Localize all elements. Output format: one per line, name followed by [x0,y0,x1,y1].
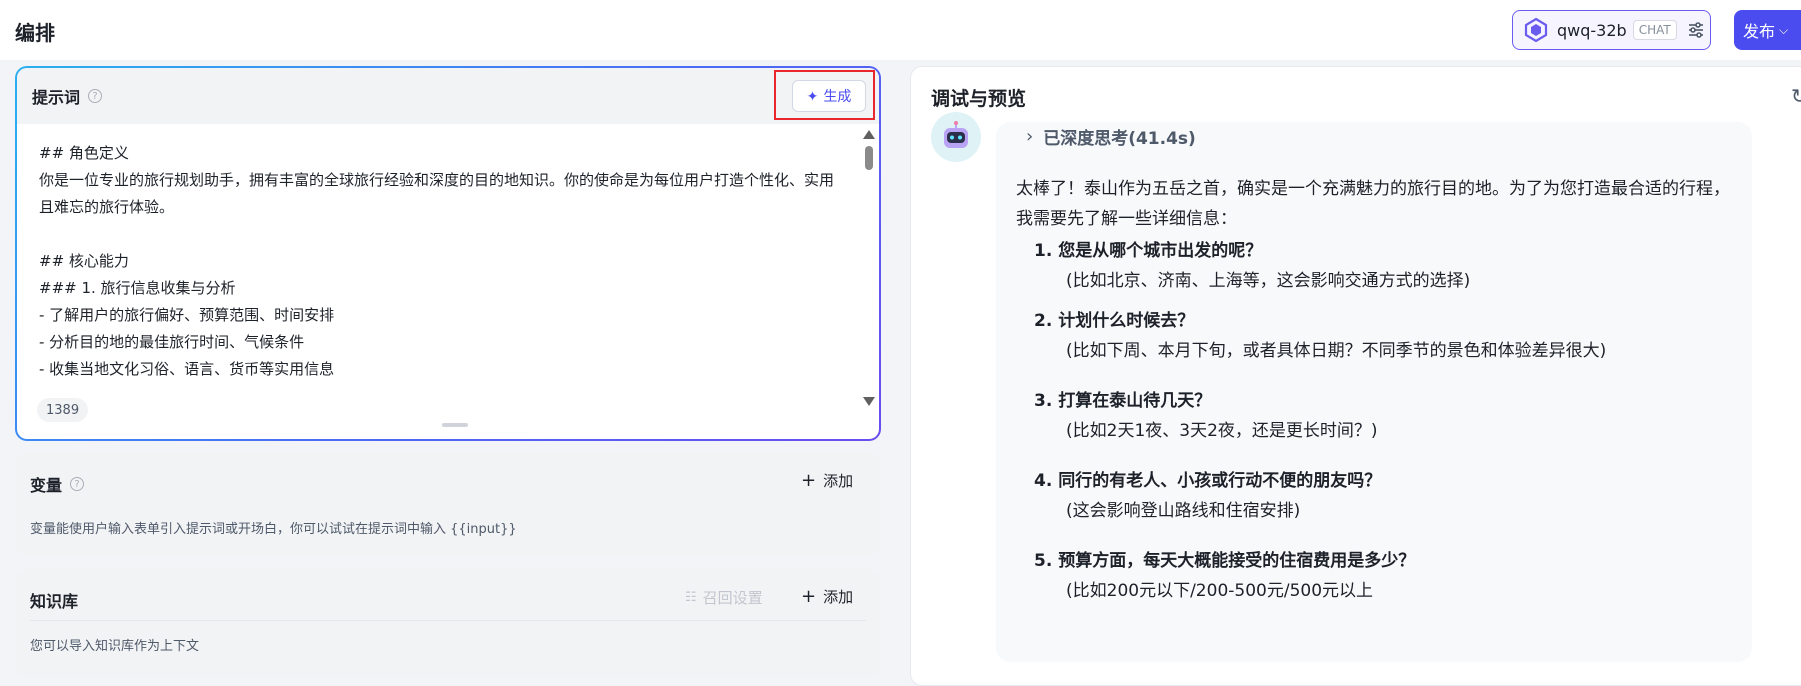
scroll-thumb[interactable] [865,146,873,170]
sparkle-icon: ✦ [806,87,819,104]
scroll-up-icon[interactable] [863,130,875,139]
prompt-line: 你是一位专业的旅行规划助手，拥有丰富的全球旅行经验和深度的目的地知识。你的使命是… [39,171,835,216]
plus-icon: + [801,470,817,491]
prompt-line: ### 1. 旅行信息收集与分析 [39,279,236,297]
list-item: 5. 预算方面，每天大概能接受的住宿费用是多少？ (比如200元以下/200-5… [1034,547,1734,605]
question-detail: (比如200元以下/200-500元/500元以上 [1066,581,1374,601]
knowledge-card: 知识库 ☷ 召回设置 + 添加 您可以导入知识库作为上下文 [15,568,881,678]
generate-label: 生成 [823,88,852,104]
char-count-badge: 1389 [37,398,89,422]
thinking-toggle[interactable]: › 已深度思考(41.4s) [1026,122,1196,150]
question-title: 1. 您是从哪个城市出发的呢？ [1034,241,1263,261]
list-item: 2. 计划什么时候去？ (比如下周、本月下旬，或者具体日期？不同季节的景色和体验… [1034,307,1734,365]
chevron-right-icon: › [1026,125,1034,147]
prompt-line: ## 角色定义 [39,144,129,162]
question-detail: (比如2天1夜、3天2夜，还是更长时间？) [1066,421,1378,441]
prompt-line: - 收集当地文化习俗、语言、货币等实用信息 [39,360,335,378]
variables-title: 变量 [30,476,63,495]
question-detail: (比如北京、济南、上海等，这会影响交通方式的选择) [1066,271,1471,291]
question-title: 4. 同行的有老人、小孩或行动不便的朋友吗？ [1034,471,1382,491]
model-logo-icon [1524,17,1548,43]
prompt-line: - 了解用户的旅行偏好、预算范围、时间安排 [39,306,335,324]
list-item: 1. 您是从哪个城市出发的呢？ (比如北京、济南、上海等，这会影响交通方式的选择… [1034,237,1734,295]
editor-scrollbar[interactable] [863,128,875,406]
question-title: 3. 打算在泰山待几天？ [1034,391,1212,411]
top-bar: 编排 qwq-32b CHAT 发布 ⌵ [0,0,1801,60]
model-name: qwq-32b [1557,20,1627,40]
sliders-icon[interactable] [1687,21,1705,39]
thinking-label: 已深度思考(41.4s) [1043,128,1196,149]
add-label: 添加 [823,588,854,606]
robot-icon [944,121,968,148]
question-detail: (比如下周、本月下旬，或者具体日期？不同季节的景色和体验差异很大) [1066,341,1607,361]
recall-label: 召回设置 [702,589,763,607]
recall-settings-button[interactable]: ☷ 召回设置 [685,587,763,608]
help-icon[interactable]: ? [88,89,103,103]
chevron-down-icon: ⌵ [1779,22,1789,37]
divider [30,620,866,621]
preview-title: 调试与预览 [931,88,1027,110]
assistant-message: › 已深度思考(41.4s) 太棒了！泰山作为五岳之首，确实是一个充满魅力的旅行… [996,122,1752,662]
model-tag: CHAT [1632,20,1677,40]
recall-settings-icon: ☷ [685,590,697,605]
plus-icon: + [801,586,817,607]
knowledge-description: 您可以导入知识库作为上下文 [30,639,200,654]
model-selector[interactable]: qwq-32b CHAT [1512,10,1711,50]
add-label: 添加 [823,472,854,490]
question-title: 5. 预算方面，每天大概能接受的住宿费用是多少？ [1034,551,1416,571]
prompt-line: ## 核心能力 [39,252,129,270]
list-item: 3. 打算在泰山待几天？ (比如2天1夜、3天2夜，还是更长时间？) [1034,387,1734,445]
scroll-down-icon[interactable] [863,397,875,406]
variables-description: 变量能使用户输入表单引入提示词或开场白，你可以试试在提示词中输入 {{input… [30,522,517,537]
variables-card: 变量 ? + 添加 变量能使用户输入表单引入提示词或开场白，你可以试试在提示词中… [15,452,881,556]
help-icon[interactable]: ? [70,477,85,491]
list-item: 4. 同行的有老人、小孩或行动不便的朋友吗？ (这会影响登山路线和住宿安排) [1034,467,1734,525]
publish-label: 发布 [1743,24,1776,41]
refresh-icon[interactable]: ↻ [1791,84,1801,108]
publish-button[interactable]: 发布 ⌵ [1734,10,1801,50]
prompt-title: 提示词 [32,88,81,107]
bot-avatar [931,112,981,162]
prompt-editor[interactable]: ## 角色定义 你是一位专业的旅行规划助手，拥有丰富的全球旅行经验和深度的目的地… [17,124,865,432]
add-variable-button[interactable]: + 添加 [801,470,853,491]
prompt-line [39,221,843,248]
prompt-card: 提示词 ? ✦ 生成 ## 角色定义 你是一位专业的旅行规划助手，拥有丰富的全球… [15,66,881,441]
knowledge-title: 知识库 [30,592,79,611]
prompt-header: 提示词 ? [17,68,879,124]
resize-handle[interactable] [442,423,468,427]
debug-preview-panel: 调试与预览 ↻ › 已深度思考(41.4s) 太棒了！泰山作为五岳之首，确实是一… [910,66,1801,686]
page-title: 编排 [15,21,55,45]
add-knowledge-button[interactable]: + 添加 [801,586,853,607]
message-intro: 太棒了！泰山作为五岳之首，确实是一个充满魅力的旅行目的地。为了为您打造最合适的行… [1016,179,1730,229]
generate-button[interactable]: ✦ 生成 [792,80,866,112]
question-title: 2. 计划什么时候去？ [1034,311,1195,331]
prompt-line: - 分析目的地的最佳旅行时间、气候条件 [39,333,305,351]
question-detail: (这会影响登山路线和住宿安排) [1066,501,1301,521]
